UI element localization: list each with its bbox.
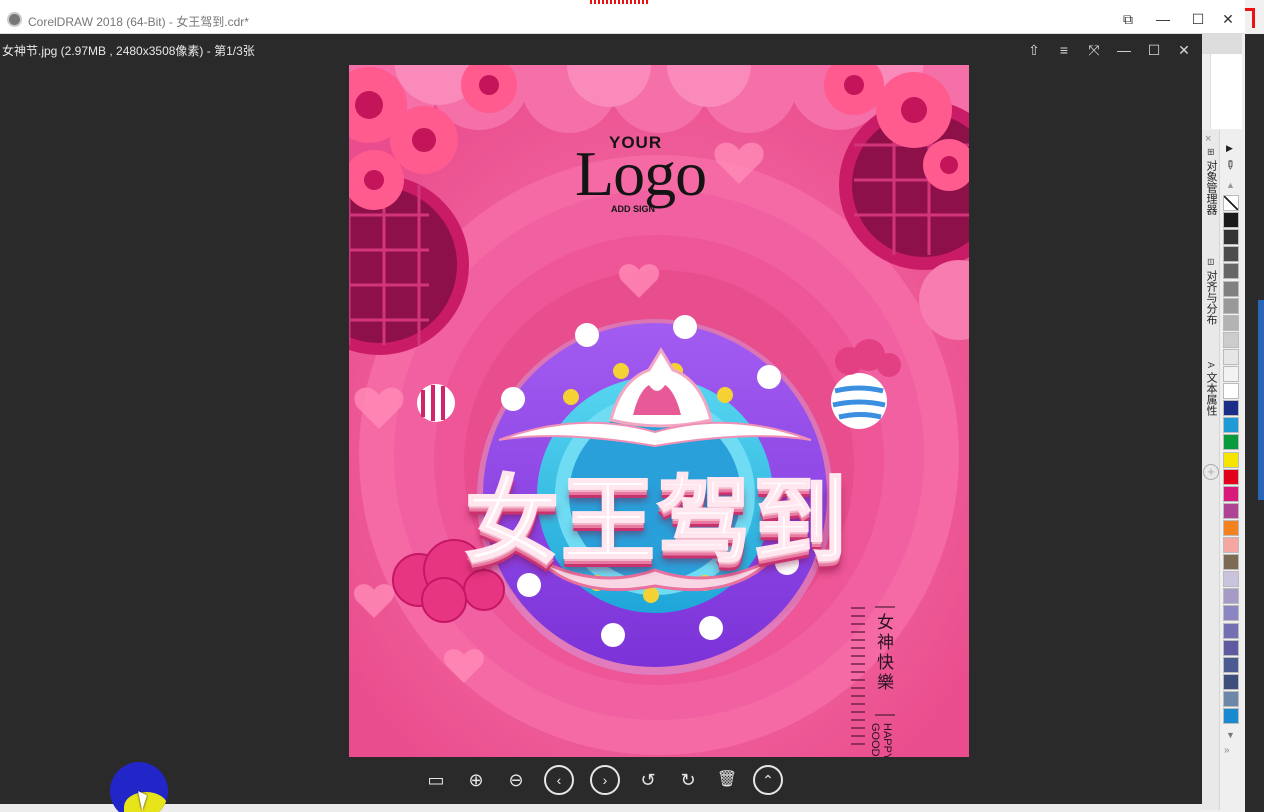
color-swatch[interactable] bbox=[1223, 366, 1239, 382]
color-swatch[interactable] bbox=[1223, 246, 1239, 263]
coreldraw-maximize-button[interactable]: ☐ bbox=[1185, 8, 1211, 30]
menu-icon[interactable]: ≡ bbox=[1052, 40, 1076, 60]
poster-side-text-en: HAPPY GOOD bbox=[869, 723, 893, 757]
tab-align-distribute[interactable]: ⊟ 对齐与分布 bbox=[1202, 258, 1220, 325]
docker-close-icon[interactable]: × bbox=[1205, 133, 1211, 145]
coreldraw-app-icon bbox=[7, 12, 22, 27]
more-options-button[interactable]: ⌃ bbox=[753, 765, 783, 795]
coreldraw-user-icon[interactable]: ⧉ bbox=[1115, 8, 1141, 30]
color-swatch[interactable] bbox=[1223, 348, 1239, 365]
viewer-bottom-border bbox=[0, 804, 1202, 812]
color-swatch[interactable] bbox=[1223, 468, 1239, 485]
zoom-in-icon[interactable]: ⊕ bbox=[461, 765, 491, 795]
color-swatch[interactable] bbox=[1223, 537, 1239, 553]
color-swatch[interactable] bbox=[1223, 502, 1239, 519]
actual-size-icon[interactable]: ▭ bbox=[421, 765, 451, 795]
poster-logo-main: Logo bbox=[575, 138, 707, 209]
docker-blank-area bbox=[1210, 54, 1242, 129]
delete-icon[interactable]: 🗑 bbox=[712, 765, 742, 795]
tab-object-manager-label: 对象管理器 bbox=[1205, 159, 1217, 215]
docker-add-icon[interactable]: + bbox=[1203, 464, 1219, 480]
fit-window-icon[interactable]: ⤧ bbox=[1082, 40, 1106, 60]
color-swatch[interactable] bbox=[1223, 263, 1239, 280]
coreldraw-minimize-button[interactable]: — bbox=[1150, 8, 1176, 30]
rotate-left-icon[interactable]: ↺ bbox=[633, 765, 663, 795]
viewer-close-button[interactable]: ✕ bbox=[1172, 40, 1196, 60]
docker-header-strip bbox=[1202, 34, 1242, 54]
color-swatch[interactable] bbox=[1223, 605, 1239, 622]
palette-expand-icon[interactable]: » bbox=[1224, 745, 1230, 756]
color-swatch[interactable] bbox=[1223, 708, 1239, 724]
tab-align-distribute-label: 对齐与分布 bbox=[1205, 269, 1217, 325]
next-image-button[interactable]: › bbox=[590, 765, 620, 795]
poster-image: YOUR Logo ADD SIGN 女王驾到 女神快樂 HAPPY GOOD bbox=[349, 65, 969, 757]
palette-flyout-arrow-icon[interactable]: ▶ bbox=[1226, 143, 1233, 154]
poster-headline: 女王驾到 bbox=[464, 466, 849, 577]
tab-text-properties[interactable]: A 文本属性 bbox=[1202, 362, 1220, 416]
poster-logo-addsign: ADD SIGN bbox=[611, 204, 656, 214]
color-swatch[interactable] bbox=[1223, 434, 1239, 451]
object-manager-icon: ⊞ bbox=[1206, 148, 1216, 156]
color-swatch[interactable] bbox=[1223, 212, 1239, 229]
color-swatch[interactable] bbox=[1223, 331, 1239, 348]
previous-image-button[interactable]: ‹ bbox=[544, 765, 574, 795]
recording-marker-top bbox=[590, 0, 650, 4]
palette-scroll-up-icon[interactable]: ▲ bbox=[1226, 180, 1235, 190]
viewer-maximize-button[interactable]: ☐ bbox=[1142, 40, 1166, 60]
color-swatch[interactable] bbox=[1223, 673, 1239, 690]
color-swatch[interactable] bbox=[1223, 588, 1239, 605]
color-swatch[interactable] bbox=[1223, 571, 1239, 588]
zoom-out-icon[interactable]: ⊖ bbox=[501, 765, 531, 795]
color-swatch[interactable] bbox=[1223, 280, 1239, 297]
color-swatch[interactable] bbox=[1223, 656, 1239, 673]
color-swatch[interactable] bbox=[1223, 519, 1239, 536]
viewer-title: 女神节.jpg (2.97MB , 2480x3508像素) - 第1/3张 bbox=[2, 44, 255, 58]
skin-icon[interactable]: ⇧ bbox=[1022, 40, 1046, 60]
tab-text-properties-label: 文本属性 bbox=[1205, 372, 1217, 417]
color-swatch[interactable] bbox=[1223, 622, 1239, 639]
coreldraw-window-title: CorelDRAW 2018 (64-Bit) - 女王驾到.cdr* bbox=[28, 15, 249, 29]
desktop-edge-accent bbox=[1258, 300, 1264, 500]
palette-scroll-down-icon[interactable]: ▼ bbox=[1226, 730, 1235, 740]
color-swatch[interactable] bbox=[1223, 485, 1239, 502]
recording-marker-right bbox=[1245, 8, 1255, 28]
align-distribute-icon: ⊟ bbox=[1206, 258, 1216, 266]
viewer-minimize-button[interactable]: — bbox=[1112, 40, 1136, 60]
color-swatch[interactable] bbox=[1223, 639, 1239, 656]
poster-side-text: 女神快樂 bbox=[873, 613, 893, 693]
coreldraw-close-button[interactable]: ✕ bbox=[1215, 8, 1241, 30]
color-swatch[interactable] bbox=[1223, 297, 1239, 314]
tab-object-manager[interactable]: ⊞ 对象管理器 bbox=[1202, 148, 1220, 215]
color-swatch[interactable] bbox=[1223, 314, 1239, 331]
text-properties-icon: A bbox=[1206, 362, 1216, 369]
color-swatch[interactable] bbox=[1223, 383, 1239, 400]
cursor-highlight bbox=[110, 762, 168, 812]
rotate-right-icon[interactable]: ↻ bbox=[673, 765, 703, 795]
color-swatch[interactable] bbox=[1223, 451, 1239, 468]
color-swatch[interactable] bbox=[1223, 229, 1239, 246]
no-color-swatch[interactable] bbox=[1223, 195, 1239, 211]
color-swatch[interactable] bbox=[1223, 417, 1239, 434]
color-swatch[interactable] bbox=[1223, 400, 1239, 417]
color-swatch[interactable] bbox=[1223, 554, 1239, 571]
coreldraw-titlebar: CorelDRAW 2018 (64-Bit) - 女王驾到.cdr* ⧉ — … bbox=[0, 0, 1245, 34]
color-swatch[interactable] bbox=[1223, 690, 1239, 707]
